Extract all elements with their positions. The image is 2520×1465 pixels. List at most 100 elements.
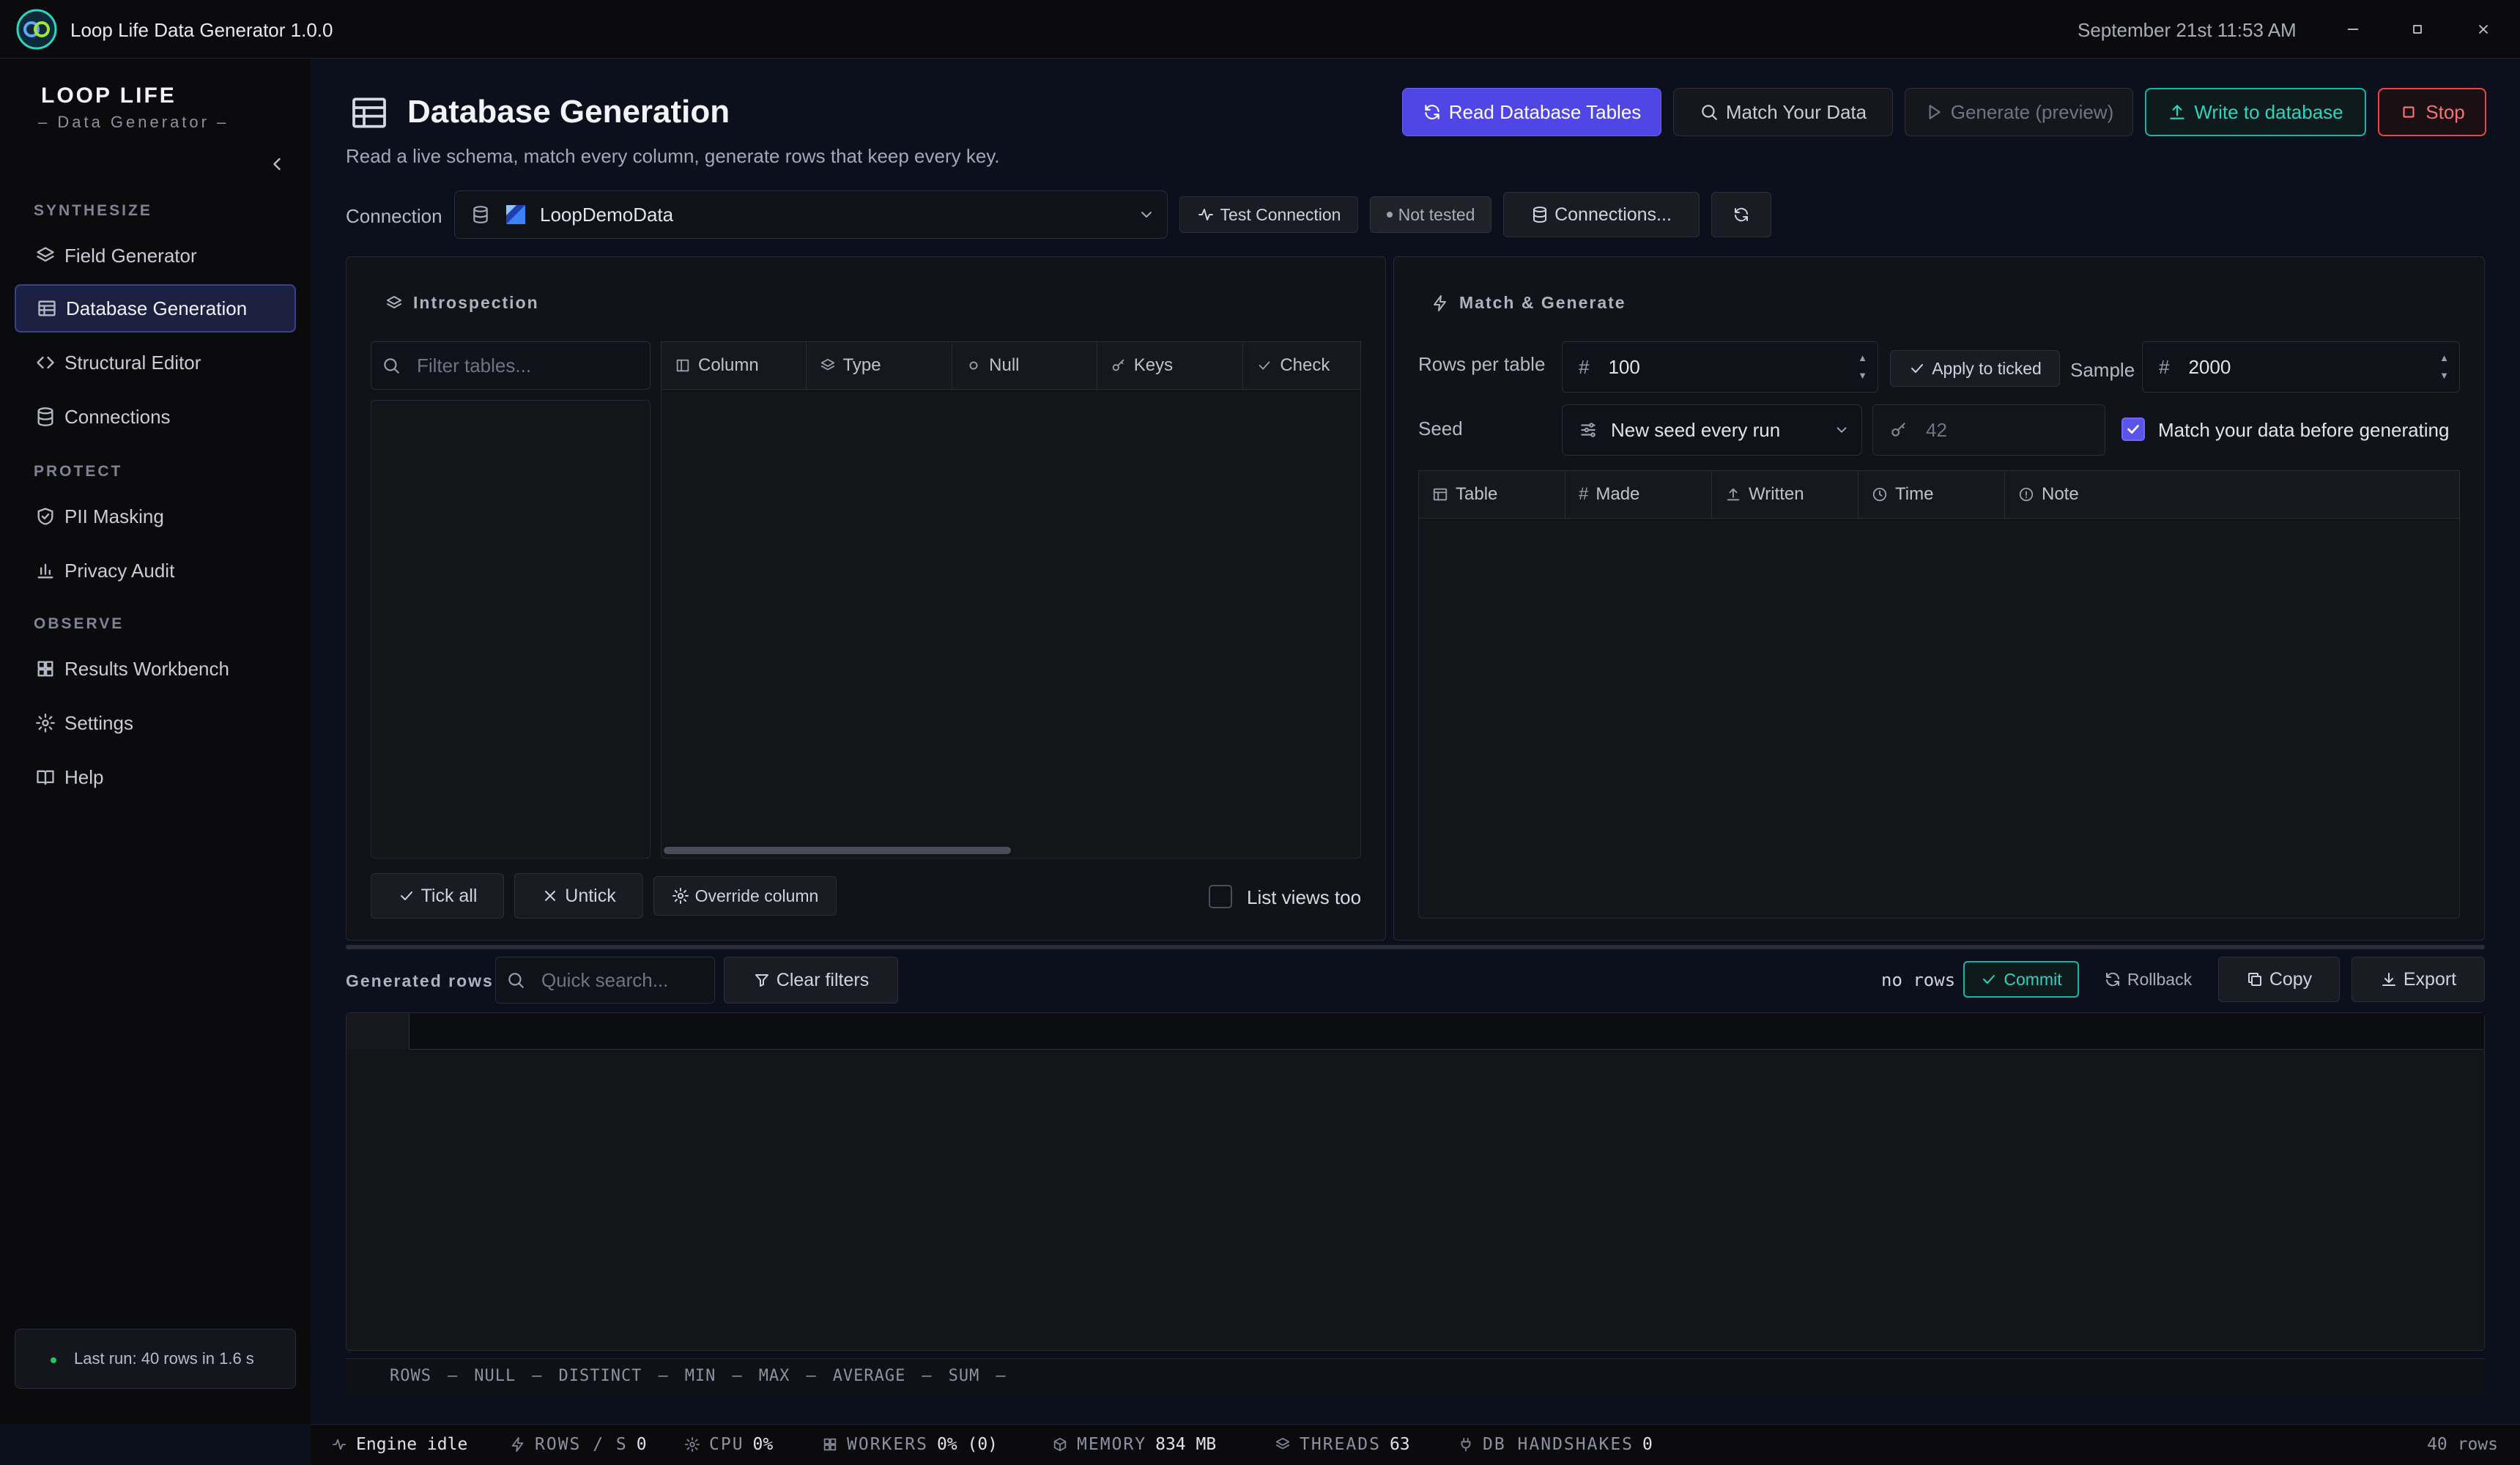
stat-min-label: MIN [684,1367,716,1385]
apply-to-ticked-button[interactable]: Apply to ticked [1890,350,2060,387]
column-header-note[interactable]: Note [2005,471,2459,518]
bolt-icon [511,1436,524,1453]
upload-icon [2170,105,2185,119]
shield-check-icon [37,508,53,525]
minimize-button[interactable] [2338,15,2368,44]
gear-icon [36,713,55,732]
commit-button[interactable]: Commit [1963,961,2079,998]
column-header-made[interactable]: # Made [1565,471,1712,518]
sidebar-item-structural-editor[interactable]: Structural Editor [15,338,296,387]
match-data-checkbox[interactable] [2121,418,2145,441]
stat-average-label: AVERAGE [832,1367,906,1385]
grid-icon [823,1438,837,1451]
stat-average-value: – [922,1367,933,1385]
brand-name: LOOP LIFE [41,84,177,108]
quick-search-input[interactable]: Quick search... [495,957,715,1004]
chevron-down-icon [1141,212,1152,218]
list-views-checkbox[interactable] [1209,885,1232,908]
download-icon [2382,973,2395,986]
close-button[interactable] [2469,15,2498,44]
copy-icon [2247,973,2261,986]
sidebar-item-label: Connections [64,405,171,428]
tick-all-button[interactable]: Tick all [371,873,504,919]
search-icon [384,358,399,374]
sample-label: Sample [2070,359,2135,381]
export-button[interactable]: Export [2352,957,2485,1002]
column-header-check[interactable]: Check [1243,342,1360,389]
sidebar-item-connections[interactable]: Connections [15,393,296,441]
stepper-arrows-icon[interactable]: ▲ ▼ [2439,349,2449,385]
maximize-button[interactable] [2403,15,2432,44]
horizontal-scrollbar[interactable] [664,847,1011,854]
search-icon [508,973,524,988]
stepper-arrows-icon[interactable]: ▲ ▼ [1858,349,1867,385]
override-column-button[interactable]: Override column [653,876,837,916]
nav-section-observe: OBSERVE [34,615,125,632]
hash-icon: # [2159,355,2170,378]
connection-selected-value: LoopDemoData [540,203,674,226]
grid-corner-cell [346,1013,410,1050]
hash-icon: # [1579,484,1589,504]
copy-button[interactable]: Copy [2218,957,2340,1002]
collapse-sidebar-button[interactable] [267,154,289,176]
columns-grid[interactable] [661,390,1361,858]
read-database-tables-button[interactable]: Read Database Tables [1402,88,1661,136]
tables-list[interactable] [371,400,651,858]
database-icon [473,206,488,223]
seed-mode-select[interactable]: New seed every run [1562,404,1862,456]
seed-value-input[interactable]: 42 [1872,404,2105,456]
panel-splitter[interactable] [346,945,2485,949]
db-handshakes: DB HANDSHAKES 0 [1458,1435,1653,1454]
status-dot-icon [1386,212,1393,218]
match-your-data-button[interactable]: Match Your Data [1673,88,1893,136]
match-data-label: Match your data before generating [2158,419,2450,441]
gear-icon [684,1436,700,1453]
filter-tables-input[interactable]: Filter tables... [371,341,651,390]
refresh-icon [1735,207,1748,222]
stat-null-label: NULL [474,1367,516,1385]
column-header-column[interactable]: Column [662,342,807,389]
column-header-keys[interactable]: Keys [1097,342,1244,389]
sidebar-item-privacy-audit[interactable]: Privacy Audit [15,546,296,595]
hash-icon: # [1579,355,1590,378]
generated-rows-grid[interactable] [346,1012,2485,1351]
column-header-type[interactable]: Type [807,342,953,389]
sidebar-item-pii-masking[interactable]: PII Masking [15,492,296,541]
sidebar-item-results-workbench[interactable]: Results Workbench [15,645,296,693]
status-dot-icon [51,1357,56,1363]
sidebar-item-database-generation[interactable]: Database Generation [15,284,296,333]
rows-per-table-input[interactable]: # 100 ▲ ▼ [1562,341,1878,393]
nav-section-synthesize: SYNTHESIZE [34,202,152,219]
gear-icon [672,888,689,904]
untick-button[interactable]: Untick [514,873,643,919]
generate-results-grid[interactable] [1418,519,2460,919]
refresh-connections-button[interactable] [1711,192,1771,237]
column-header-null[interactable]: Null [952,342,1097,389]
test-connection-button[interactable]: Test Connection [1179,196,1358,233]
page-subtitle: Read a live schema, match every column, … [346,145,1000,167]
generate-preview-button[interactable]: Generate (preview) [1905,88,2133,136]
sidebar-item-help[interactable]: Help [15,753,296,801]
column-header-table[interactable]: Table [1419,471,1565,518]
sidebar-item-settings[interactable]: Settings [15,699,296,747]
table-icon [349,92,390,133]
layers-icon [1275,1437,1290,1450]
connection-status-badge: Not tested [1370,196,1491,233]
connection-select[interactable]: LoopDemoData [454,190,1168,239]
rows-per-table-label: Rows per table [1418,353,1546,375]
key-icon [1112,359,1124,371]
clear-filters-button[interactable]: Clear filters [724,957,898,1004]
write-to-database-button[interactable]: Write to database [2145,88,2366,136]
grid-header-row [410,1013,2484,1050]
column-header-written[interactable]: Written [1712,471,1858,518]
connection-brand-icon [506,205,525,224]
manage-connections-button[interactable]: Connections... [1503,192,1700,237]
chevron-down-icon [1837,427,1847,433]
last-run-summary: Last run: 40 rows in 1.6 s [15,1329,296,1389]
sample-input[interactable]: # 2000 ▲ ▼ [2142,341,2460,393]
column-header-time[interactable]: Time [1858,471,2005,518]
sidebar-item-field-generator[interactable]: Field Generator [15,231,296,280]
stop-button[interactable]: Stop [2378,88,2486,136]
cpu-usage: CPU 0% [684,1435,773,1454]
rollback-button[interactable]: Rollback [2094,961,2202,998]
